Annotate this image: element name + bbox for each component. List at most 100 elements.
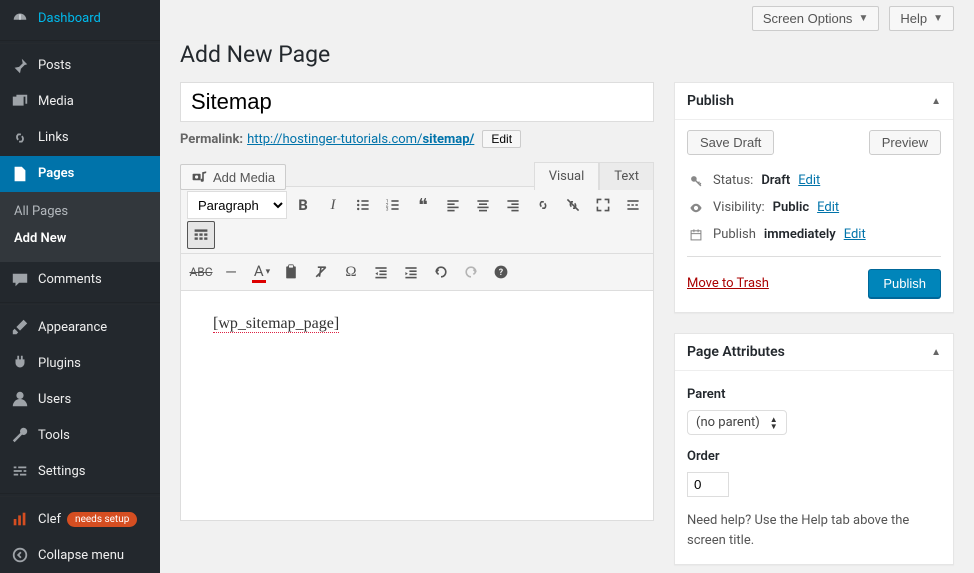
visibility-value: Public [773, 200, 809, 215]
unlink-button[interactable] [559, 191, 587, 219]
sidebar-item-users[interactable]: Users [0, 381, 160, 417]
toggle-panel-icon[interactable]: ▲ [931, 96, 941, 107]
edit-schedule-link[interactable]: Edit [844, 227, 866, 242]
editor-toolbar-row-2: ABC — A▾ Ω ? [180, 254, 654, 291]
submenu-item-add-new[interactable]: Add New [0, 225, 160, 252]
insert-link-button[interactable] [529, 191, 557, 219]
editor-toolbar-row-1: Paragraph B I 123 ❝ [180, 186, 654, 254]
key-icon [687, 174, 705, 188]
keyboard-help-button[interactable]: ? [487, 258, 515, 286]
sidebar-item-label: Comments [38, 272, 102, 287]
align-right-button[interactable] [499, 191, 527, 219]
move-to-trash-link[interactable]: Move to Trash [687, 276, 769, 291]
more-tag-button[interactable] [619, 191, 647, 219]
publish-title: Publish [687, 93, 734, 109]
main-content: Screen Options▼ Help▼ Add New Page Perma… [160, 0, 974, 573]
submenu-item-all-pages[interactable]: All Pages [0, 198, 160, 225]
schedule-value: immediately [764, 227, 836, 242]
brush-icon [10, 317, 30, 337]
bold-button[interactable]: B [289, 191, 317, 219]
chevron-down-icon: ▼ [858, 13, 868, 24]
fullscreen-button[interactable] [589, 191, 617, 219]
sidebar-item-media[interactable]: Media [0, 84, 160, 120]
comment-icon [10, 270, 30, 290]
align-center-button[interactable] [469, 191, 497, 219]
help-button[interactable]: Help▼ [889, 6, 954, 31]
status-value: Draft [761, 173, 790, 188]
clear-formatting-button[interactable] [307, 258, 335, 286]
align-left-button[interactable] [439, 191, 467, 219]
order-input[interactable] [687, 472, 729, 497]
sidebar-item-clef[interactable]: Clef needs setup [0, 501, 160, 537]
text-color-button[interactable]: A▾ [247, 258, 275, 286]
sidebar-item-label: Dashboard [38, 11, 101, 26]
clef-icon [10, 509, 30, 529]
permalink-link[interactable]: http://hostinger-tutorials.com/sitemap/ [247, 132, 474, 147]
sidebar-item-label: Clef [38, 512, 61, 527]
sidebar-item-comments[interactable]: Comments [0, 262, 160, 298]
sidebar-item-label: Tools [38, 428, 70, 443]
sliders-icon [10, 461, 30, 481]
preview-button[interactable]: Preview [869, 130, 941, 155]
sidebar-item-dashboard[interactable]: Dashboard [0, 0, 160, 36]
strikethrough-button[interactable]: ABC [187, 258, 215, 286]
undo-button[interactable] [427, 258, 455, 286]
camera-music-icon [191, 169, 207, 185]
format-select[interactable]: Paragraph [187, 191, 287, 219]
visibility-label: Visibility: [713, 200, 765, 215]
sidebar-item-links[interactable]: Links [0, 120, 160, 156]
sidebar-item-label: Links [38, 130, 69, 145]
user-icon [10, 389, 30, 409]
redo-button[interactable] [457, 258, 485, 286]
unordered-list-button[interactable] [349, 191, 377, 219]
collapse-icon [10, 545, 30, 565]
toggle-panel-icon[interactable]: ▲ [931, 347, 941, 358]
post-title-input[interactable] [180, 82, 654, 122]
tab-text[interactable]: Text [599, 162, 654, 190]
sidebar-item-pages[interactable]: Pages [0, 156, 160, 192]
sidebar-item-appearance[interactable]: Appearance [0, 309, 160, 345]
special-char-button[interactable]: Ω [337, 258, 365, 286]
screen-options-button[interactable]: Screen Options▼ [752, 6, 880, 31]
status-label: Status: [713, 173, 753, 188]
add-media-button[interactable]: Add Media [180, 164, 286, 190]
edit-status-link[interactable]: Edit [798, 173, 820, 188]
paste-text-button[interactable] [277, 258, 305, 286]
save-draft-button[interactable]: Save Draft [687, 130, 774, 155]
edit-permalink-button[interactable]: Edit [482, 130, 521, 148]
publish-button[interactable]: Publish [868, 269, 941, 298]
attributes-title: Page Attributes [687, 344, 785, 360]
sidebar-item-label: Appearance [38, 320, 107, 335]
schedule-prefix: Publish [713, 227, 756, 242]
editor-content-area[interactable]: [wp_sitemap_page] [180, 291, 654, 521]
sidebar-item-label: Users [38, 392, 71, 407]
horizontal-rule-button[interactable]: — [217, 258, 245, 286]
admin-sidebar: Dashboard Posts Media Links Pages All Pa… [0, 0, 160, 573]
tab-visual[interactable]: Visual [534, 162, 600, 190]
collapse-menu-button[interactable]: Collapse menu [0, 537, 160, 573]
edit-visibility-link[interactable]: Edit [817, 200, 839, 215]
parent-select[interactable]: (no parent) ▲▼ [687, 410, 787, 435]
sidebar-item-settings[interactable]: Settings [0, 453, 160, 489]
dashboard-icon [10, 8, 30, 28]
chevron-down-icon: ▼ [933, 13, 943, 24]
select-arrows-icon: ▲▼ [770, 416, 778, 430]
permalink-label: Permalink: [180, 132, 243, 147]
outdent-button[interactable] [367, 258, 395, 286]
plug-icon [10, 353, 30, 373]
calendar-icon [687, 228, 705, 242]
needs-setup-badge: needs setup [67, 512, 137, 527]
kitchen-sink-button[interactable] [187, 221, 215, 249]
ordered-list-button[interactable]: 123 [379, 191, 407, 219]
order-label: Order [687, 449, 941, 464]
wrench-icon [10, 425, 30, 445]
media-icon [10, 92, 30, 112]
sidebar-item-plugins[interactable]: Plugins [0, 345, 160, 381]
page-icon [10, 164, 30, 184]
sidebar-item-tools[interactable]: Tools [0, 417, 160, 453]
collapse-label: Collapse menu [38, 548, 124, 563]
blockquote-button[interactable]: ❝ [409, 191, 437, 219]
indent-button[interactable] [397, 258, 425, 286]
italic-button[interactable]: I [319, 191, 347, 219]
sidebar-item-posts[interactable]: Posts [0, 48, 160, 84]
